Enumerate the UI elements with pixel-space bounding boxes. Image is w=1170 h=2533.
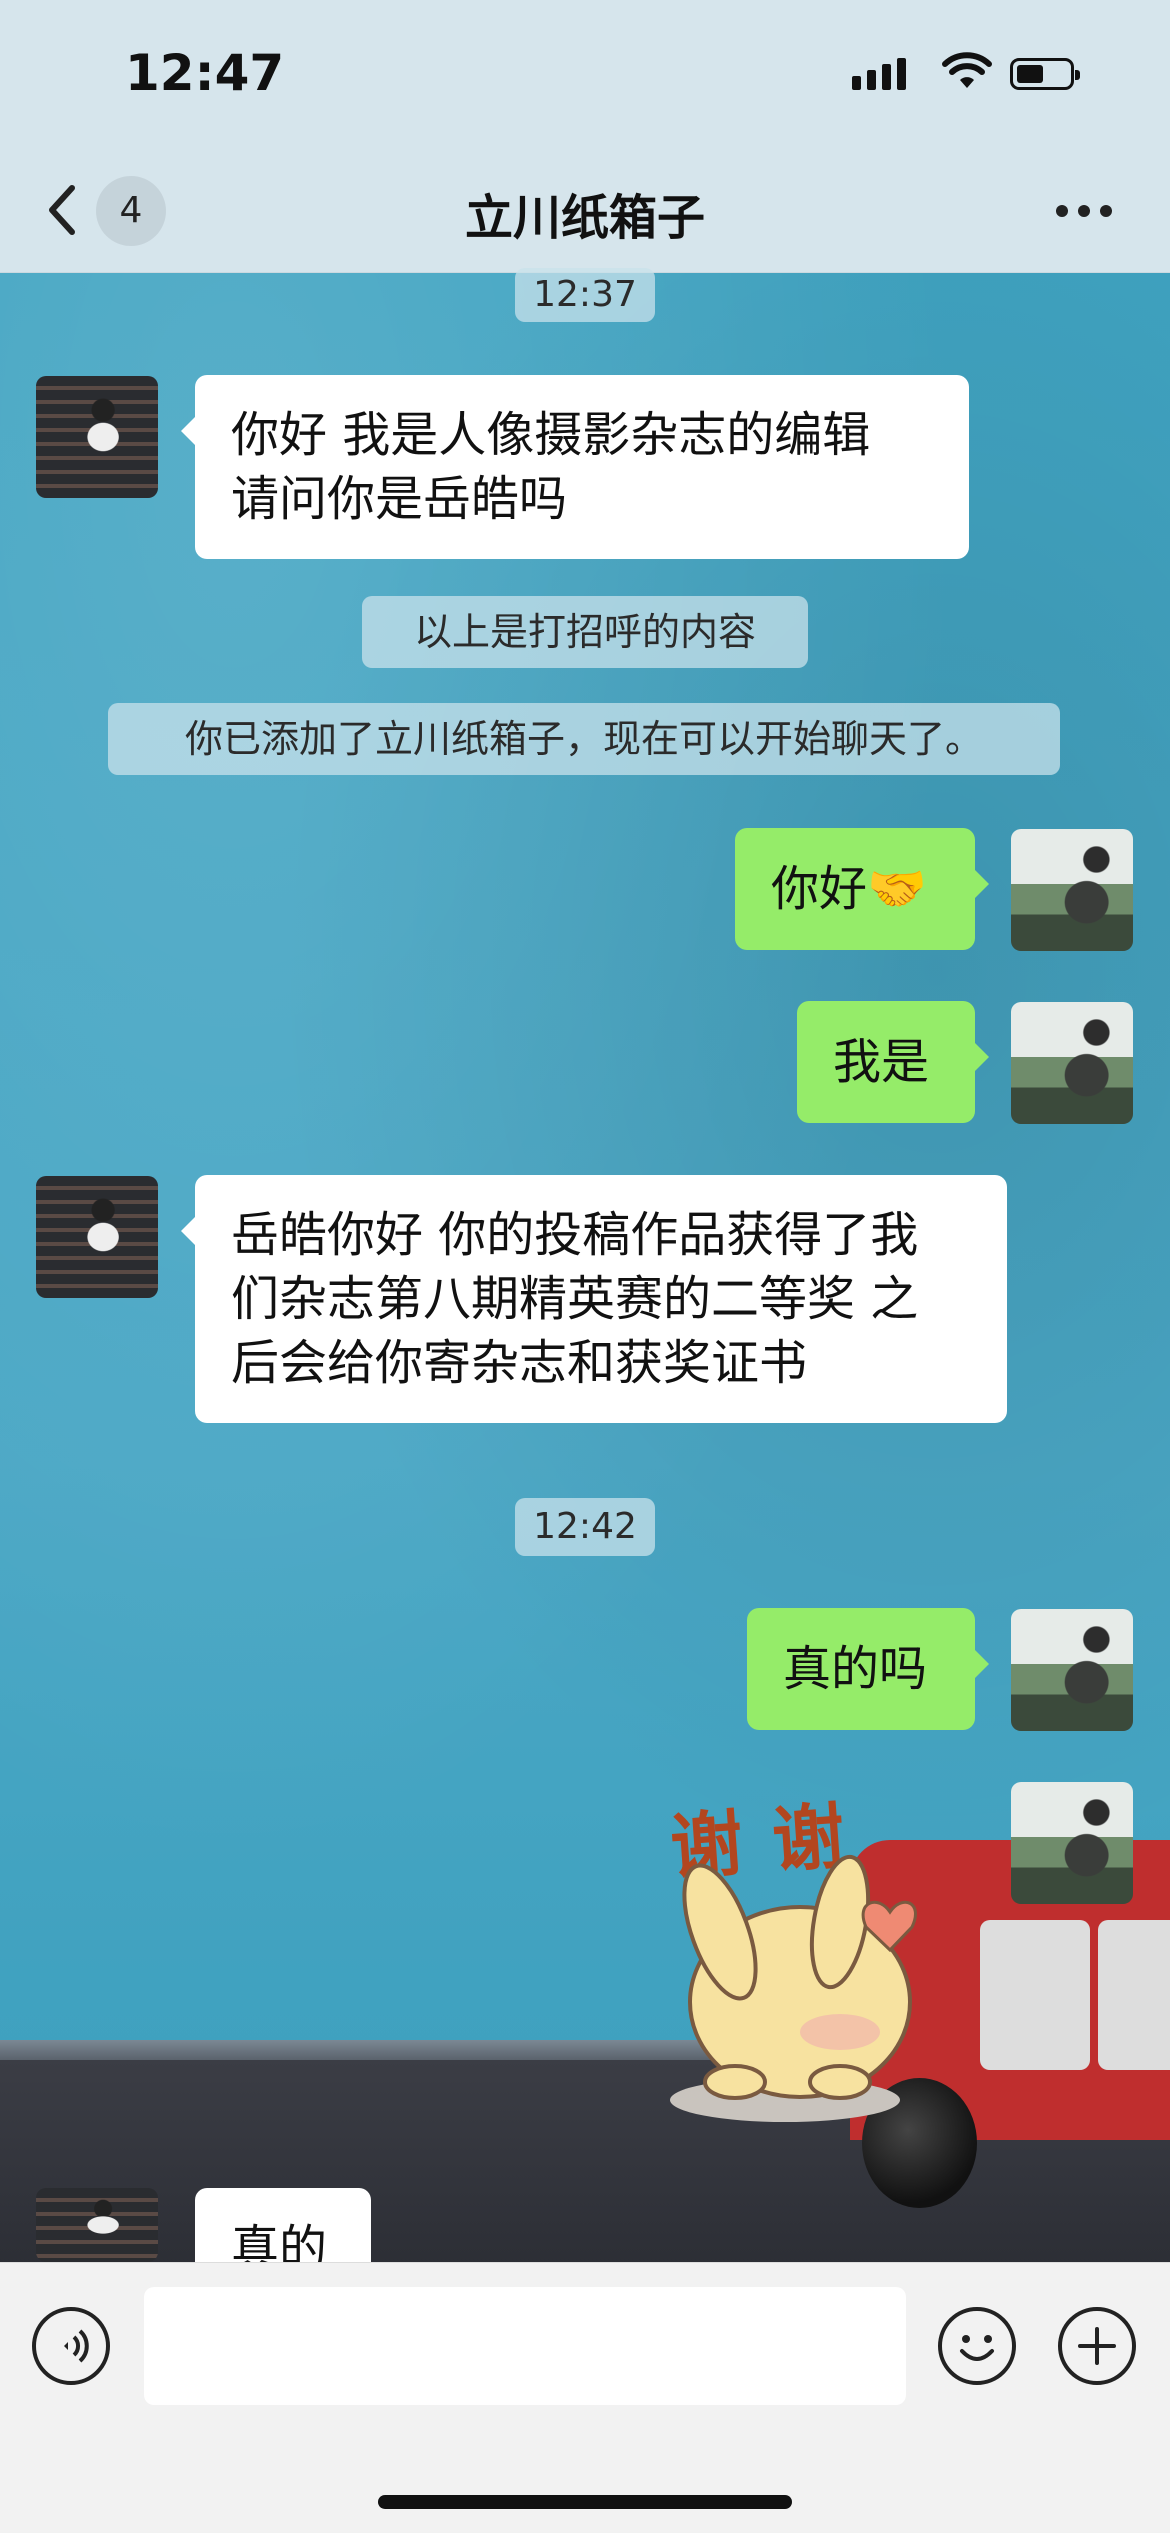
chat-header: 4 立川纸箱子 bbox=[0, 150, 1170, 273]
message-bubble-outgoing[interactable]: 真的吗 bbox=[747, 1608, 989, 1730]
message-composer bbox=[0, 2262, 1170, 2533]
contact-avatar[interactable] bbox=[36, 2188, 158, 2262]
message-line: 们杂志第八期精英赛的二等奖 之 bbox=[231, 1271, 919, 1327]
system-message: 以上是打招呼的内容 bbox=[362, 596, 808, 668]
more-options-icon[interactable] bbox=[1056, 205, 1112, 217]
emoji-icon[interactable] bbox=[938, 2307, 1016, 2385]
timestamp: 12:37 bbox=[515, 268, 655, 322]
message-line: 岳皓你好 你的投稿作品获得了我 bbox=[231, 1207, 919, 1263]
car-window bbox=[1098, 1920, 1170, 2070]
signal-icon bbox=[852, 58, 906, 90]
message-line: 后会给你寄杂志和获奖证书 bbox=[231, 1335, 808, 1391]
message-bubble-incoming[interactable]: 你好 我是人像摄影杂志的编辑 请问你是岳皓吗 bbox=[181, 375, 969, 559]
message-input[interactable] bbox=[144, 2287, 906, 2405]
plus-icon[interactable] bbox=[1058, 2307, 1136, 2385]
wifi-icon bbox=[942, 52, 992, 88]
message-line: 你好 我是人像摄影杂志的编辑 bbox=[231, 407, 871, 463]
car-window bbox=[980, 1920, 1090, 2070]
status-time: 12:47 bbox=[125, 44, 285, 102]
message-bubble-incoming[interactable]: 真的 bbox=[195, 2188, 371, 2262]
voice-icon[interactable] bbox=[32, 2307, 110, 2385]
contact-avatar[interactable] bbox=[36, 376, 158, 498]
my-avatar[interactable] bbox=[1011, 829, 1133, 951]
chat-title: 立川纸箱子 bbox=[464, 190, 705, 246]
system-message: 你已添加了立川纸箱子，现在可以开始聊天了。 bbox=[108, 703, 1060, 775]
my-avatar[interactable] bbox=[1011, 1002, 1133, 1124]
bunny-sticker[interactable] bbox=[640, 1782, 950, 2142]
my-avatar[interactable] bbox=[1011, 1782, 1133, 1904]
message-bubble-outgoing[interactable]: 你好🤝 bbox=[735, 828, 989, 950]
message-bubble-incoming[interactable]: 岳皓你好 你的投稿作品获得了我 们杂志第八期精英赛的二等奖 之 后会给你寄杂志和… bbox=[181, 1175, 1007, 1423]
timestamp: 12:42 bbox=[515, 1498, 655, 1556]
contact-avatar[interactable] bbox=[36, 1176, 158, 1298]
message-bubble-outgoing[interactable]: 我是 bbox=[797, 1001, 989, 1123]
status-bar: 12:47 bbox=[0, 0, 1170, 150]
battery-icon bbox=[1010, 58, 1080, 90]
home-indicator bbox=[378, 2495, 792, 2509]
message-line: 请问你是岳皓吗 bbox=[231, 471, 568, 527]
my-avatar[interactable] bbox=[1011, 1609, 1133, 1731]
